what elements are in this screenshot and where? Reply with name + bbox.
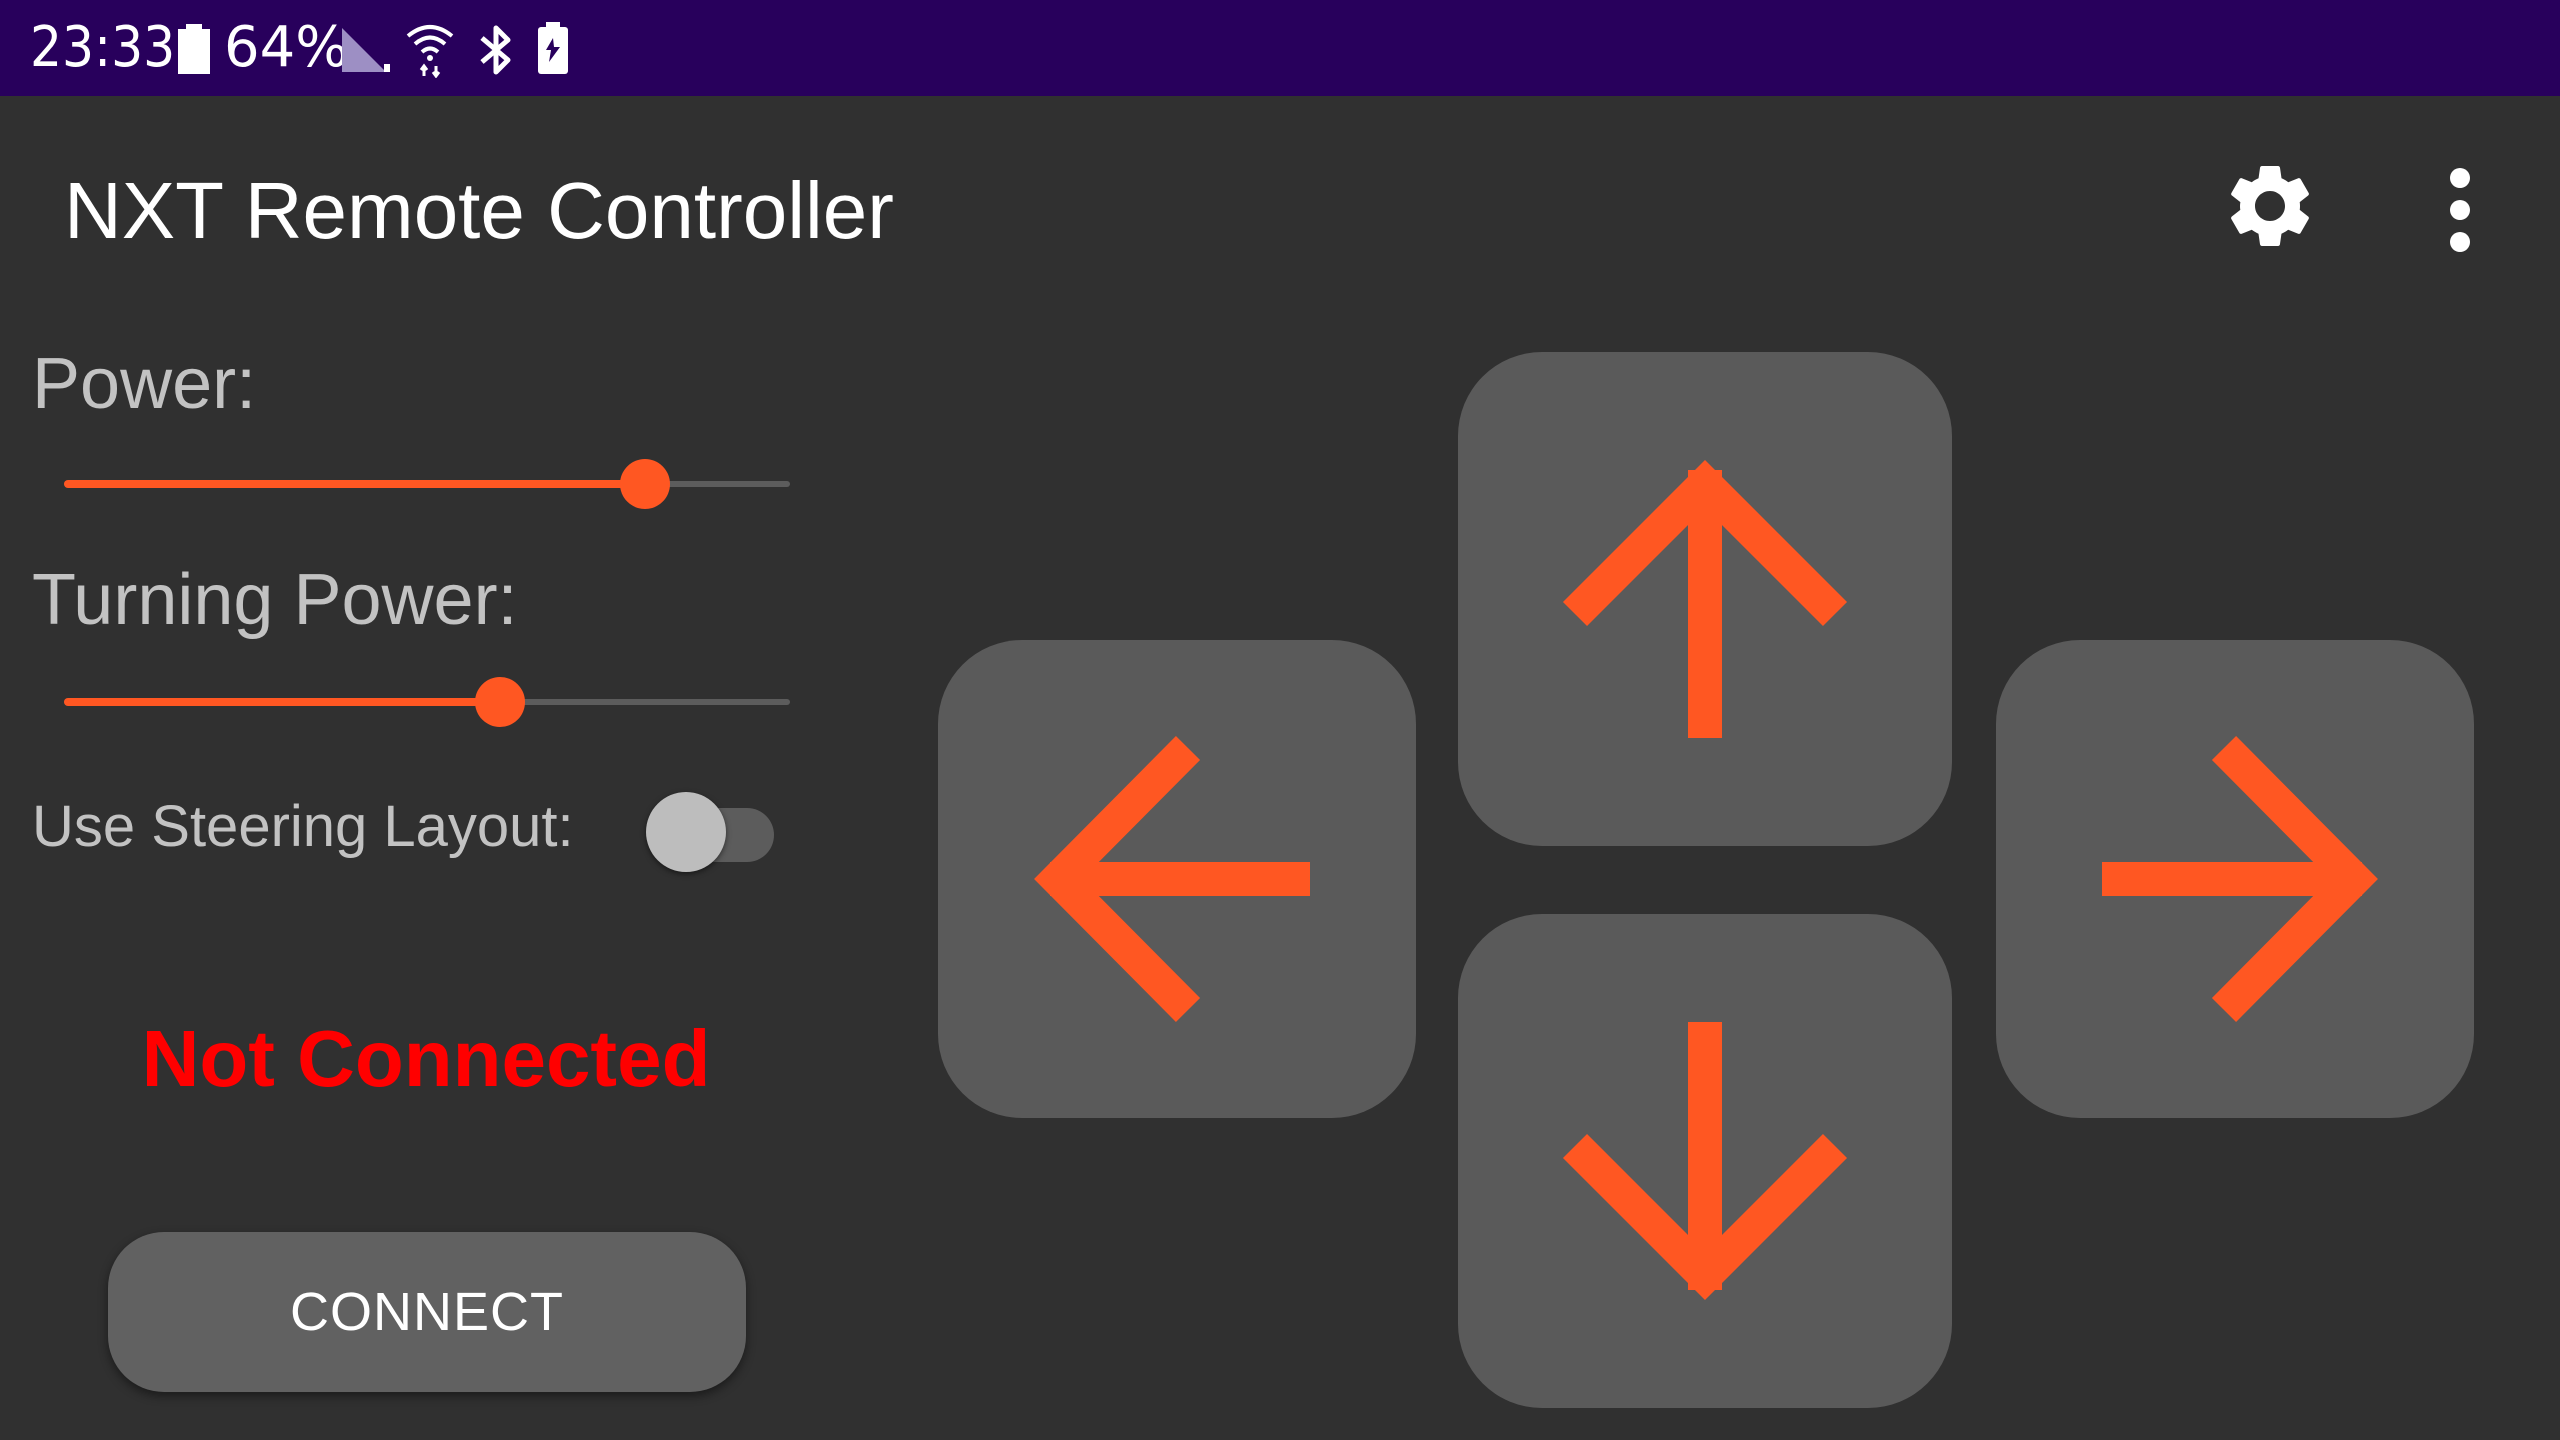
right-button[interactable] <box>1996 640 2474 1118</box>
page-title: NXT Remote Controller <box>64 166 894 255</box>
wifi-icon <box>404 22 456 83</box>
status-bar: 23:33 64% <box>0 0 2560 96</box>
up-button[interactable] <box>1458 352 1952 846</box>
battery-icon <box>176 24 212 79</box>
arrow-up-icon <box>1562 459 1848 738</box>
app-bar: NXT Remote Controller <box>0 96 2560 326</box>
cell-signal-icon <box>340 24 394 79</box>
slider-fill <box>64 480 645 488</box>
power-label: Power: <box>32 344 257 424</box>
steering-layout-label: Use Steering Layout: <box>32 794 574 859</box>
battery-percent: 64% <box>224 15 349 80</box>
slider-thumb[interactable] <box>474 677 525 727</box>
power-slider[interactable] <box>64 454 790 514</box>
bluetooth-icon <box>476 22 516 83</box>
connection-status: Not Connected <box>141 1014 711 1103</box>
switch-thumb[interactable] <box>646 792 726 872</box>
arrow-left-icon <box>1034 736 1310 1022</box>
slider-thumb[interactable] <box>619 459 670 509</box>
connect-button[interactable]: CONNECT <box>108 1232 746 1392</box>
turning-power-label: Turning Power: <box>32 560 518 640</box>
arrow-down-icon <box>1562 1022 1848 1301</box>
steering-layout-switch[interactable] <box>646 784 780 872</box>
overflow-menu-icon[interactable] <box>2430 160 2490 260</box>
status-time: 23:33 <box>30 15 176 80</box>
left-button[interactable] <box>938 640 1416 1118</box>
down-button[interactable] <box>1458 914 1952 1408</box>
settings-icon[interactable] <box>2220 156 2320 256</box>
battery-saver-icon <box>536 20 570 81</box>
arrow-right-icon <box>2102 736 2378 1022</box>
turning-power-slider[interactable] <box>64 672 790 732</box>
slider-fill <box>64 698 500 706</box>
